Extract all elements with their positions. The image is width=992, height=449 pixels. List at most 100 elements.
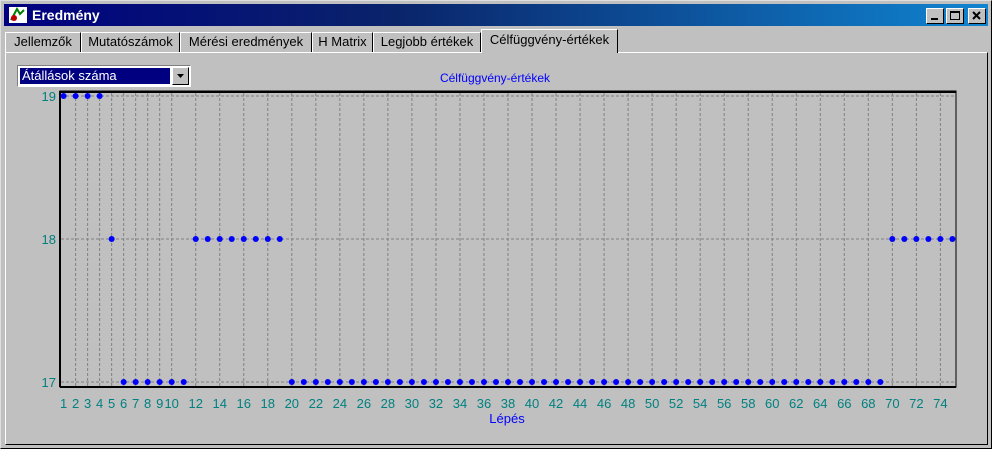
data-point <box>769 379 776 385</box>
data-point <box>216 236 223 242</box>
data-point <box>853 379 860 385</box>
x-tick-label: 30 <box>405 396 419 411</box>
data-point <box>360 379 367 385</box>
data-point <box>865 379 872 385</box>
data-point <box>637 379 644 385</box>
x-tick-label: 7 <box>132 396 139 411</box>
x-tick-label: 28 <box>381 396 395 411</box>
data-point <box>901 236 908 242</box>
x-tick-label: 6 <box>120 396 127 411</box>
data-point <box>492 379 499 385</box>
x-tick-label: 18 <box>261 396 275 411</box>
tab-celfuggveny-ertekek[interactable]: Célfüggvény-értékek <box>481 29 618 53</box>
data-point <box>661 379 668 385</box>
data-point <box>324 379 331 385</box>
x-tick-label: 16 <box>237 396 251 411</box>
x-tick-label: 42 <box>549 396 563 411</box>
data-point <box>240 236 247 242</box>
x-tick-label: 62 <box>789 396 803 411</box>
data-point <box>300 379 307 385</box>
data-point <box>913 236 920 242</box>
data-point <box>577 379 584 385</box>
data-point <box>120 379 127 385</box>
data-point <box>60 93 67 99</box>
dropdown-button[interactable] <box>172 67 189 85</box>
data-point <box>613 379 620 385</box>
chart-title: Célfüggvény-értékek <box>440 71 551 85</box>
x-tick-label: 64 <box>813 396 827 411</box>
x-tick-label: 48 <box>621 396 635 411</box>
x-tick-label: 9 <box>156 396 163 411</box>
x-tick-label: 20 <box>285 396 299 411</box>
data-point <box>288 379 295 385</box>
tab-label: Célfüggvény-értékek <box>489 32 610 47</box>
x-tick-label: 50 <box>645 396 659 411</box>
x-tick-label: 3 <box>84 396 91 411</box>
data-point <box>649 379 656 385</box>
data-point <box>108 236 115 242</box>
data-point <box>408 379 415 385</box>
data-point <box>589 379 596 385</box>
data-point <box>949 236 956 242</box>
x-tick-label: 58 <box>741 396 755 411</box>
data-point <box>228 236 235 242</box>
data-point <box>805 379 812 385</box>
data-point <box>312 379 319 385</box>
data-point <box>396 379 403 385</box>
x-tick-label: 1 <box>60 396 67 411</box>
x-tick-label: 12 <box>188 396 202 411</box>
x-tick-label: 68 <box>861 396 875 411</box>
data-point <box>817 379 824 385</box>
data-point <box>877 379 884 385</box>
chevron-down-icon <box>177 74 184 78</box>
y-tick-label: 17 <box>42 375 56 390</box>
data-point <box>541 379 548 385</box>
data-point <box>168 379 175 385</box>
x-tick-label: 26 <box>357 396 371 411</box>
data-point <box>348 379 355 385</box>
data-point <box>156 379 163 385</box>
data-point <box>444 379 451 385</box>
data-point <box>468 379 475 385</box>
data-point <box>505 379 511 385</box>
data-point <box>757 379 764 385</box>
data-point <box>529 379 536 385</box>
data-point <box>180 379 187 385</box>
data-point <box>132 379 139 385</box>
x-tick-label: 72 <box>909 396 923 411</box>
data-point <box>697 379 704 385</box>
data-point <box>480 379 487 385</box>
data-point <box>84 93 91 99</box>
x-tick-label: 52 <box>669 396 683 411</box>
data-point <box>144 379 151 385</box>
data-point <box>336 379 343 385</box>
data-point <box>889 236 896 242</box>
x-tick-label: 54 <box>693 396 707 411</box>
data-point <box>709 379 716 385</box>
data-point <box>625 379 632 385</box>
data-point <box>841 379 848 385</box>
data-point <box>276 236 283 242</box>
data-point <box>252 236 259 242</box>
x-tick-label: 4 <box>96 396 103 411</box>
data-point <box>264 236 271 242</box>
x-tick-label: 2 <box>72 396 79 411</box>
data-point <box>937 236 944 242</box>
data-point <box>733 379 740 385</box>
data-point <box>673 379 680 385</box>
data-point <box>384 379 391 385</box>
x-tick-label: 38 <box>501 396 515 411</box>
x-tick-label: 8 <box>144 396 151 411</box>
series-select[interactable]: Átállások száma <box>17 65 191 87</box>
data-point <box>432 379 439 385</box>
series-select-value: Átállások száma <box>20 68 170 84</box>
y-tick-label: 18 <box>42 232 56 247</box>
data-point <box>204 236 211 242</box>
x-tick-label: 44 <box>573 396 587 411</box>
data-point <box>721 379 728 385</box>
data-point <box>72 93 79 99</box>
data-point <box>601 379 608 385</box>
data-point <box>925 236 932 242</box>
x-tick-label: 34 <box>453 396 467 411</box>
data-point <box>685 379 692 385</box>
